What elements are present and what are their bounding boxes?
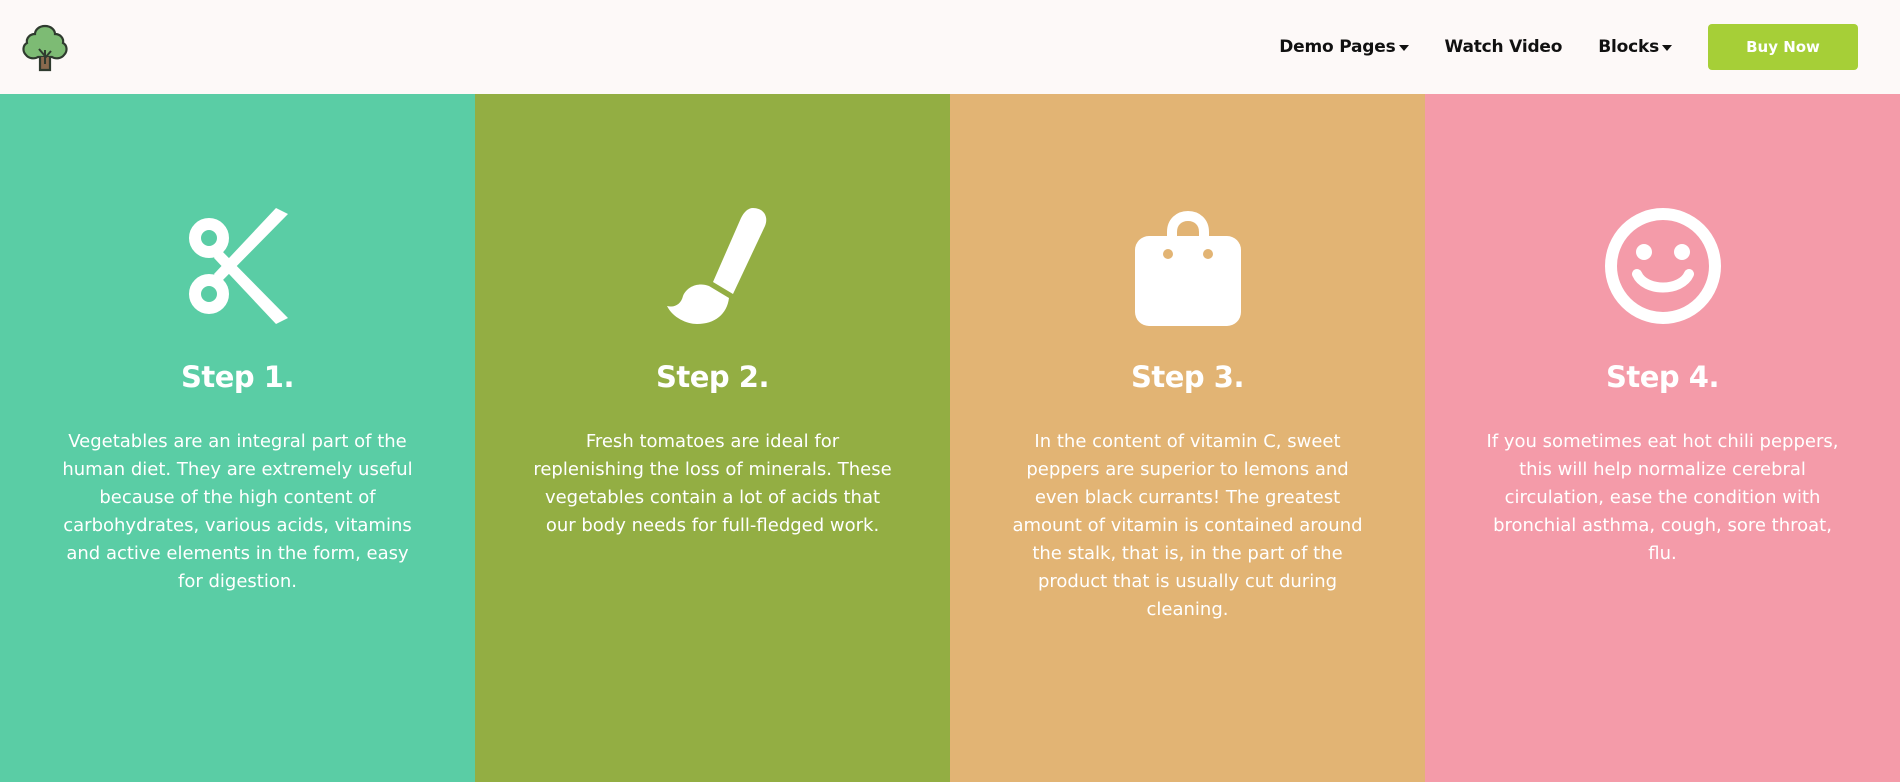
nav-blocks-label: Blocks — [1598, 37, 1659, 57]
step-4-title: Step 4. — [1606, 360, 1719, 394]
broccoli-tree-icon[interactable] — [18, 20, 72, 74]
shopping-bag-icon — [1128, 206, 1248, 326]
paintbrush-icon — [653, 206, 773, 326]
nav-demo-pages[interactable]: Demo Pages — [1279, 37, 1409, 57]
scissors-icon — [178, 206, 298, 326]
step-4-text: If you sometimes eat hot chili peppers, … — [1486, 431, 1839, 564]
nav-watch-video-label: Watch Video — [1444, 37, 1563, 57]
smiley-icon — [1603, 206, 1723, 326]
step-1-card: Step 1. Vegetables are an integral part … — [0, 94, 475, 782]
step-3-title: Step 3. — [1131, 360, 1244, 394]
step-2-card: Step 2. Fresh tomatoes are ideal for rep… — [475, 94, 950, 782]
step-2-title: Step 2. — [656, 360, 769, 394]
chevron-down-icon — [1398, 45, 1409, 51]
step-2-text: Fresh tomatoes are ideal for replenishin… — [533, 431, 892, 536]
buy-now-button[interactable]: Buy Now — [1708, 24, 1858, 70]
chevron-down-icon — [1662, 45, 1672, 51]
top-navbar: Demo Pages Watch Video Blocks Buy Now — [0, 0, 1900, 94]
step-3-text: In the content of vitamin C, sweet peppe… — [1012, 431, 1363, 620]
step-3-card: Step 3. In the content of vitamin C, swe… — [950, 94, 1425, 782]
nav-watch-video[interactable]: Watch Video — [1445, 37, 1563, 57]
nav-demo-pages-label: Demo Pages — [1279, 37, 1396, 57]
nav-blocks[interactable]: Blocks — [1598, 37, 1672, 57]
steps-section: Step 1. Vegetables are an integral part … — [0, 94, 1900, 782]
step-1-title: Step 1. — [181, 360, 294, 394]
step-1-text: Vegetables are an integral part of the h… — [62, 431, 413, 592]
step-4-card: Step 4. If you sometimes eat hot chili p… — [1425, 94, 1900, 782]
